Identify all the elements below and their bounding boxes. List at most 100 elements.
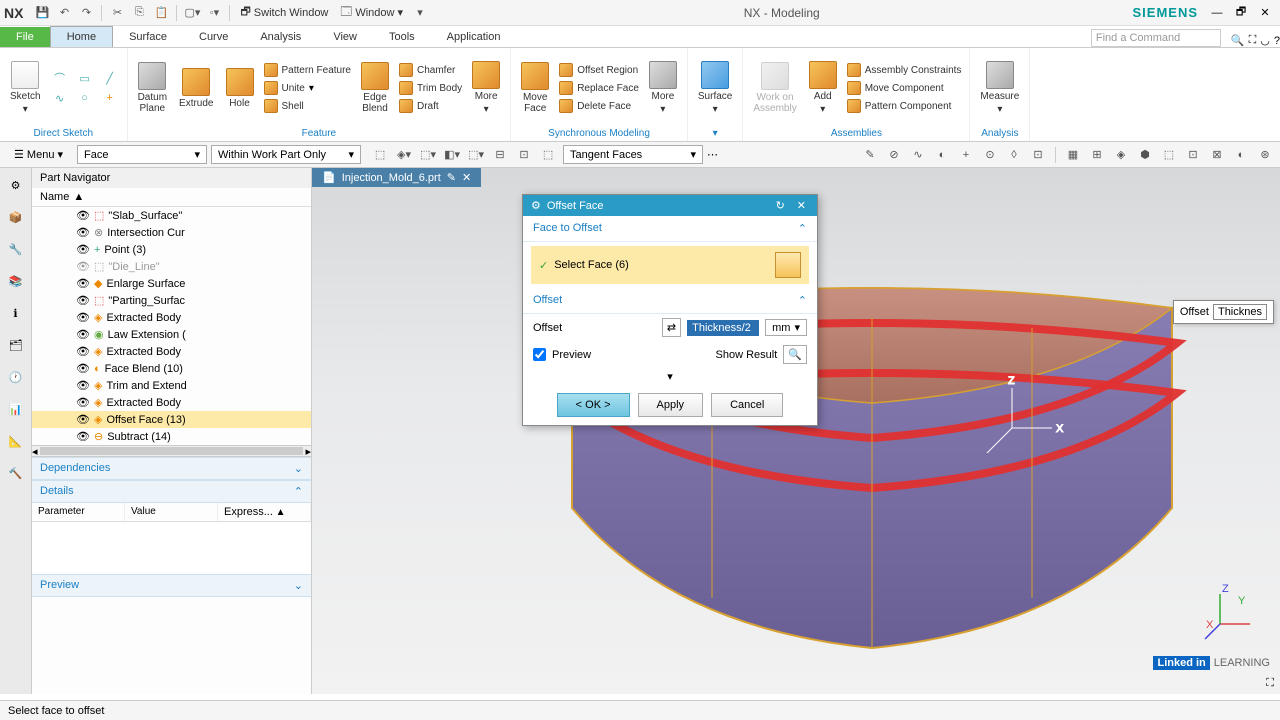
tree-item[interactable]: 👁◈Extracted Body	[32, 394, 311, 411]
home-tab[interactable]: Home	[50, 26, 113, 47]
move-component-button[interactable]: Move Component	[845, 80, 964, 96]
vt-1[interactable]: ✎	[861, 146, 879, 164]
sel-icon-1[interactable]: ⬚	[371, 146, 389, 164]
preview-checkbox[interactable]	[533, 348, 546, 361]
vt-16[interactable]: ◐	[1232, 146, 1250, 164]
help-icon[interactable]: ?	[1274, 35, 1280, 47]
cut-icon[interactable]: ✂	[108, 4, 126, 22]
restore-icon[interactable]: 🗗	[1230, 4, 1252, 22]
extrude-button[interactable]: Extrude	[175, 66, 217, 111]
switch-window-button[interactable]: 🗗 Switch Window	[234, 1, 334, 24]
vt-10[interactable]: ⊞	[1088, 146, 1106, 164]
vt-7[interactable]: ◊	[1005, 146, 1023, 164]
overflow-icon[interactable]: ▾	[411, 4, 429, 22]
analysis-tab[interactable]: Analysis	[244, 27, 317, 47]
box-icon[interactable]: ▢▾	[183, 4, 201, 22]
close-tab-icon[interactable]: ✕	[462, 171, 471, 184]
face-to-offset-section[interactable]: Face to Offset⌃	[523, 216, 817, 242]
save-icon[interactable]: 💾	[33, 4, 51, 22]
viewport[interactable]: 📄 Injection_Mold_6.prt ✎ ✕ X Z	[312, 168, 1280, 694]
dialog-close-icon[interactable]: ✕	[794, 199, 809, 212]
hole-button[interactable]: Hole	[222, 66, 258, 111]
minimize-icon[interactable]: —	[1206, 4, 1228, 22]
vt-9[interactable]: ▦	[1064, 146, 1082, 164]
find-command-input[interactable]: Find a Command	[1091, 29, 1221, 47]
show-result-label[interactable]: Show Result	[716, 349, 778, 361]
spline-icon[interactable]: ∿	[51, 89, 69, 107]
gear-icon[interactable]: ⚙	[531, 199, 541, 212]
tool-icon[interactable]: 🔨	[5, 462, 27, 484]
ok-button[interactable]: < OK >	[557, 393, 630, 417]
fullscreen-icon[interactable]: ⛶	[1249, 34, 1257, 47]
tree-item-selected[interactable]: 👁◈Offset Face (13)	[32, 411, 311, 428]
assembly-constraints-button[interactable]: Assembly Constraints	[845, 62, 964, 78]
tree-item[interactable]: 👁◉Law Extension (	[32, 326, 311, 343]
tree-item[interactable]: 👁◈Extracted Body	[32, 309, 311, 326]
reset-icon[interactable]: ↻	[773, 199, 788, 212]
rule-filter-dropdown[interactable]: Tangent Faces▾	[563, 145, 703, 164]
floating-offset-input[interactable]: Offset Thicknes	[1173, 300, 1274, 324]
measure-button[interactable]: Measure▾	[976, 59, 1023, 117]
tree-item[interactable]: 👁⊗Intersection Cur	[32, 224, 311, 241]
vt-3[interactable]: ∿	[909, 146, 927, 164]
preview-header[interactable]: Preview⌄	[32, 574, 311, 597]
float-value[interactable]: Thicknes	[1213, 304, 1267, 320]
assembly-nav-icon[interactable]: 🔧	[5, 238, 27, 260]
offset-section[interactable]: Offset⌃	[523, 288, 817, 314]
more-dots[interactable]: ⋯	[707, 148, 718, 161]
paste-icon[interactable]: 📋	[152, 4, 170, 22]
tree-item[interactable]: 👁⊖Subtract (14)	[32, 428, 311, 445]
replace-face-button[interactable]: Replace Face	[557, 80, 641, 96]
vt-2[interactable]: ⊘	[885, 146, 903, 164]
reverse-direction-icon[interactable]: ⇄	[662, 318, 681, 337]
search-icon[interactable]: 🔍	[1231, 34, 1245, 47]
pattern-feature-button[interactable]: Pattern Feature	[262, 62, 353, 78]
application-tab[interactable]: Application	[431, 27, 517, 47]
curve-tab[interactable]: Curve	[183, 27, 244, 47]
arc-icon[interactable]: ⌒	[51, 69, 69, 87]
undo-icon[interactable]: ↶	[55, 4, 73, 22]
menu-button[interactable]: ☰ Menu ▾	[4, 145, 73, 164]
redo-icon[interactable]: ↷	[77, 4, 95, 22]
chamfer-button[interactable]: Chamfer	[397, 62, 464, 78]
vt-14[interactable]: ⊡	[1184, 146, 1202, 164]
edge-blend-button[interactable]: Edge Blend	[357, 60, 393, 116]
copy-icon[interactable]: ⎘	[130, 4, 148, 22]
dependencies-header[interactable]: Dependencies⌄	[32, 457, 311, 480]
vt-17[interactable]: ⊛	[1256, 146, 1274, 164]
restore-small-icon[interactable]: ◡	[1260, 34, 1270, 47]
tree-item[interactable]: 👁◈Trim and Extend	[32, 377, 311, 394]
circle-icon[interactable]: ○	[76, 89, 94, 107]
cancel-button[interactable]: Cancel	[711, 393, 783, 417]
constraint-nav-icon[interactable]: 📚	[5, 270, 27, 292]
reuse-icon[interactable]: ℹ	[5, 302, 27, 324]
settings-icon[interactable]: ⚙	[5, 174, 27, 196]
tree-item[interactable]: 👁⬚"Die_Line"	[32, 258, 311, 275]
more-feature-button[interactable]: More▾	[468, 59, 504, 117]
history-icon[interactable]: 🕐	[5, 366, 27, 388]
tree-item[interactable]: 👁⬚"Parting_Surfac	[32, 292, 311, 309]
draft-button[interactable]: Draft	[397, 98, 464, 114]
type-filter-dropdown[interactable]: Face▾	[77, 145, 207, 164]
sel-icon-6[interactable]: ⊟	[491, 146, 509, 164]
face-selector-icon[interactable]	[775, 252, 801, 278]
vt-13[interactable]: ⬚	[1160, 146, 1178, 164]
unit-dropdown[interactable]: mm▾	[765, 319, 807, 336]
datum-plane-button[interactable]: Datum Plane	[134, 60, 171, 116]
col-parameter[interactable]: Parameter	[32, 503, 125, 521]
sel-icon-8[interactable]: ⬚	[539, 146, 557, 164]
more-sync-button[interactable]: More▾	[645, 59, 681, 117]
shell-button[interactable]: Shell	[262, 98, 353, 114]
system-icon[interactable]: 📐	[5, 430, 27, 452]
window-button[interactable]: 🗔 Window ▾	[334, 1, 409, 24]
pattern-component-button[interactable]: Pattern Component	[845, 98, 964, 114]
vt-6[interactable]: ⊙	[981, 146, 999, 164]
sel-icon-3[interactable]: ⬚▾	[419, 146, 437, 164]
show-result-icon[interactable]: 🔍	[783, 345, 807, 364]
roles-icon[interactable]: 📊	[5, 398, 27, 420]
vt-4[interactable]: ◐	[933, 146, 951, 164]
tree-item[interactable]: 👁+Point (3)	[32, 241, 311, 258]
sketch-button[interactable]: Sketch▾	[6, 59, 45, 117]
offset-value-input[interactable]: Thickness/2	[687, 320, 759, 336]
sel-icon-4[interactable]: ◧▾	[443, 146, 461, 164]
